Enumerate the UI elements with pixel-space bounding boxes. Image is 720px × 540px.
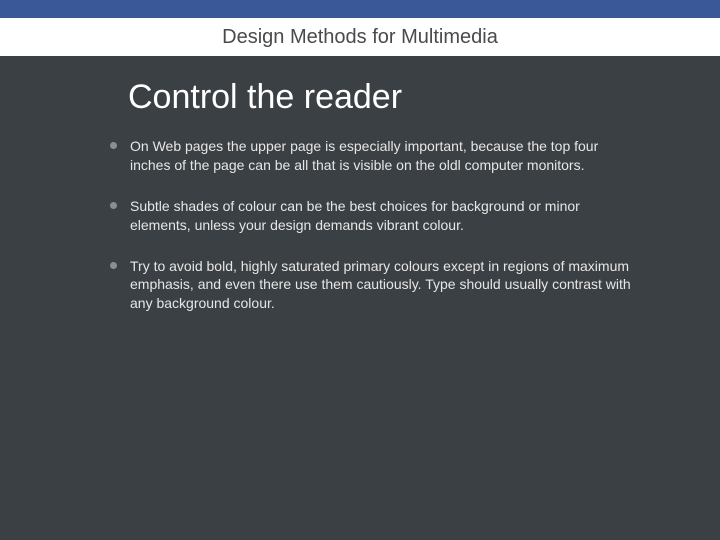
list-item: On Web pages the upper page is especiall… [110,137,640,175]
slide-content: Control the reader On Web pages the uppe… [0,56,720,313]
bullet-list: On Web pages the upper page is especiall… [110,137,640,313]
header-strip: Design Methods for Multimedia [0,18,720,56]
top-accent-bar [0,0,720,18]
header-title: Design Methods for Multimedia [222,26,498,49]
slide-title: Control the reader [128,78,640,117]
list-item: Try to avoid bold, highly saturated prim… [110,257,640,314]
list-item: Subtle shades of colour can be the best … [110,197,640,235]
